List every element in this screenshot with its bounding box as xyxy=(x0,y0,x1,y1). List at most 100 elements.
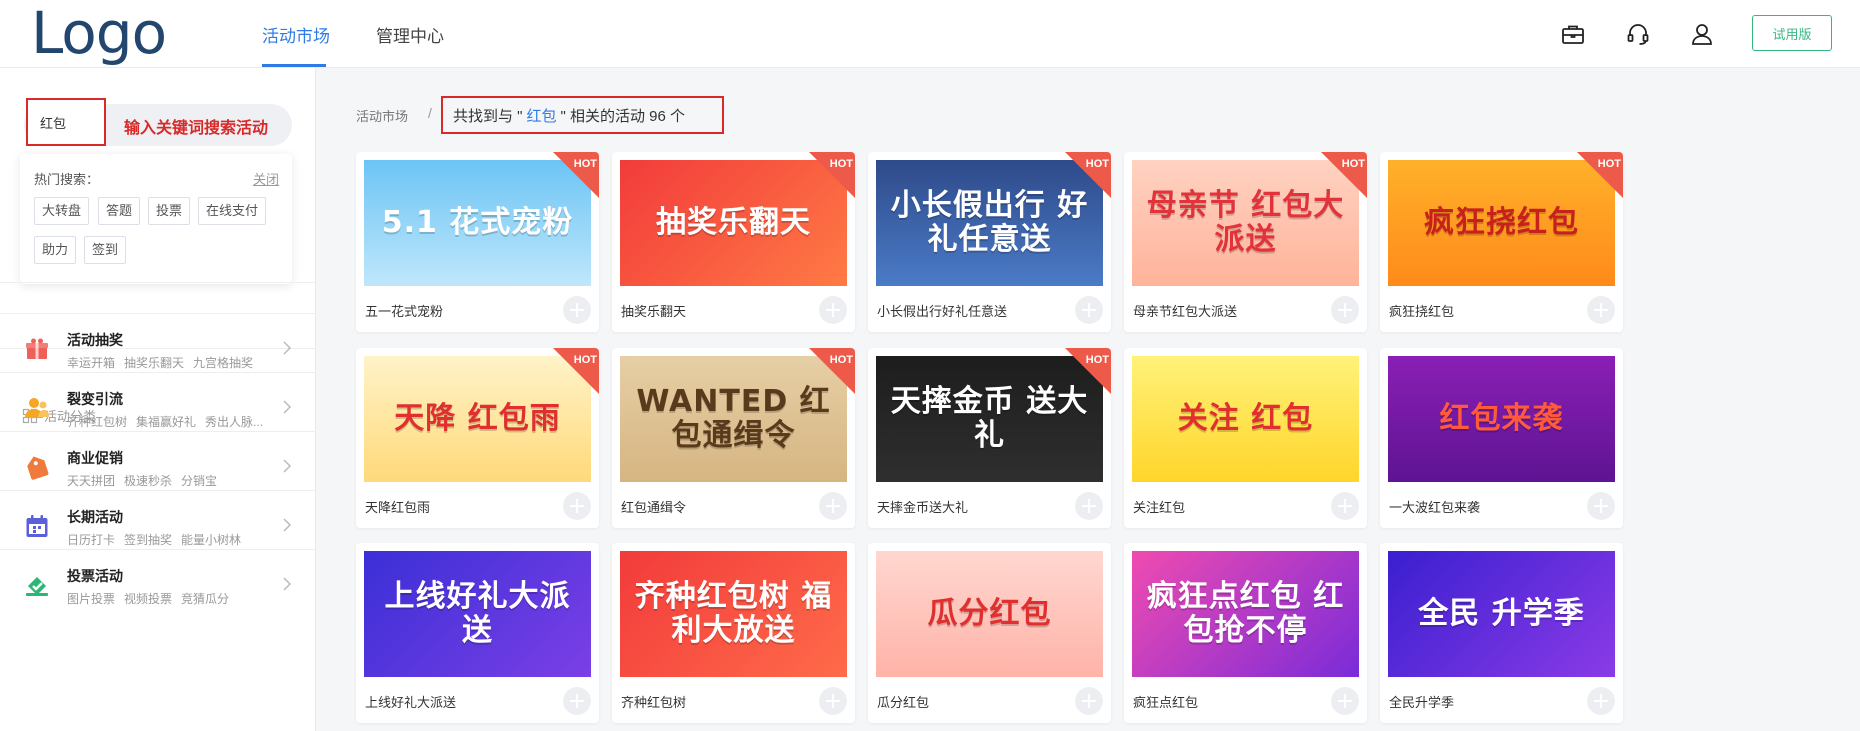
category-subitem[interactable]: 幸运开箱 xyxy=(67,356,115,370)
activity-name: 母亲节红包大派送 xyxy=(1133,304,1238,319)
activity-name: 抽奖乐翻天 xyxy=(621,304,687,319)
search-input[interactable] xyxy=(26,98,106,146)
activity-card[interactable]: 抽奖乐翻天 HOT 抽奖乐翻天 xyxy=(612,152,855,332)
category-subitem[interactable]: 日历打卡 xyxy=(67,533,115,547)
activity-name: 一大波红包来袭 xyxy=(1389,500,1481,515)
activity-name: 关注红包 xyxy=(1133,500,1186,515)
activity-card[interactable]: 天降 红包雨 HOT 天降红包雨 xyxy=(356,348,599,528)
add-icon[interactable] xyxy=(563,492,591,520)
activity-card[interactable]: 5.1 花式宠粉 HOT 五一花式宠粉 xyxy=(356,152,599,332)
add-icon[interactable] xyxy=(1587,296,1615,324)
activity-name: 五一花式宠粉 xyxy=(365,304,444,319)
add-icon[interactable] xyxy=(1075,687,1103,715)
top-header: Logo 活动市场 管理中心 试用版 xyxy=(0,0,1860,68)
category-item[interactable]: 投票活动 图片投票 视频投票 竞猜瓜分 xyxy=(0,549,315,619)
category-subitem[interactable]: 抽奖乐翻天 xyxy=(124,356,184,370)
result-suffix: " 相关的活动 96 个 xyxy=(560,107,686,125)
activity-card[interactable]: 全民 升学季 全民升学季 xyxy=(1380,543,1623,723)
activity-card[interactable]: 天摔金币 送大礼 HOT 天摔金币送大礼 xyxy=(868,348,1111,528)
activity-banner-image[interactable]: 上线好礼大派送 xyxy=(364,551,591,677)
breadcrumb-root[interactable]: 活动市场 xyxy=(356,106,408,125)
hot-badge: HOT xyxy=(1065,152,1111,198)
nav-activity-market[interactable]: 活动市场 xyxy=(262,22,330,47)
activity-card[interactable]: 小长假出行 好礼任意送 HOT 小长假出行好礼任意送 xyxy=(868,152,1111,332)
banner-text: 小长假出行 好礼任意送 xyxy=(890,187,1089,257)
activity-banner-image[interactable]: 疯狂点红包 红包抢不停 xyxy=(1132,551,1359,677)
activity-card[interactable]: 齐种红包树 福利大放送 齐种红包树 xyxy=(612,543,855,723)
banner-text: 关注 红包 xyxy=(1177,400,1314,436)
add-icon[interactable] xyxy=(563,296,591,324)
hot-badge-label: HOT xyxy=(1085,158,1109,170)
category-subitem[interactable]: 天天拼团 xyxy=(67,474,115,488)
activity-card[interactable]: 母亲节 红包大派送 HOT 母亲节红包大派送 xyxy=(1124,152,1367,332)
add-icon[interactable] xyxy=(819,492,847,520)
chevron-right-icon xyxy=(283,459,292,473)
activity-banner-image[interactable]: 瓜分红包 xyxy=(876,551,1103,677)
category-subitem[interactable]: 九宫格抽奖 xyxy=(193,356,253,370)
add-icon[interactable] xyxy=(1331,296,1359,324)
category-subitems: 齐种红包树 集福赢好礼 秀出人脉... xyxy=(67,413,272,430)
activity-banner-image[interactable]: 关注 红包 xyxy=(1132,356,1359,482)
banner-text: 天摔金币 送大礼 xyxy=(890,383,1089,453)
nav-management-center[interactable]: 管理中心 xyxy=(376,22,444,47)
activity-card[interactable]: 疯狂点红包 红包抢不停 疯狂点红包 xyxy=(1124,543,1367,723)
activity-card[interactable]: 关注 红包关注红包 xyxy=(1124,348,1367,528)
banner-text: WANTED 红包通缉令 xyxy=(636,383,831,453)
activity-banner-image[interactable]: 全民 升学季 xyxy=(1388,551,1615,677)
hot-tag[interactable]: 助力 xyxy=(34,236,77,264)
add-icon[interactable] xyxy=(1075,492,1103,520)
briefcase-icon[interactable] xyxy=(1559,20,1587,48)
add-icon[interactable] xyxy=(1331,492,1359,520)
calendar-icon xyxy=(24,513,50,539)
logo[interactable]: Logo xyxy=(31,2,167,64)
hot-tag[interactable]: 签到 xyxy=(84,236,127,264)
activity-card[interactable]: 红包来袭一大波红包来袭 xyxy=(1380,348,1623,528)
category-subitem[interactable]: 秀出人脉... xyxy=(205,415,263,429)
add-icon[interactable] xyxy=(1587,687,1615,715)
hot-tag[interactable]: 答题 xyxy=(98,197,141,225)
add-icon[interactable] xyxy=(819,296,847,324)
banner-text: 5.1 花式宠粉 xyxy=(381,204,574,240)
activity-name: 上线好礼大派送 xyxy=(365,695,457,710)
activity-banner-image[interactable]: 齐种红包树 福利大放送 xyxy=(620,551,847,677)
category-subitem[interactable]: 视频投票 xyxy=(124,592,172,606)
chevron-right-icon xyxy=(283,518,292,532)
hot-badge: HOT xyxy=(809,152,855,198)
user-icon[interactable] xyxy=(1688,20,1716,48)
hot-tag[interactable]: 大转盘 xyxy=(34,197,90,225)
activity-banner-image[interactable]: 红包来袭 xyxy=(1388,356,1615,482)
headset-icon[interactable] xyxy=(1624,20,1652,48)
activity-card[interactable]: 疯狂挠红包 HOT 疯狂挠红包 xyxy=(1380,152,1623,332)
category-subitem[interactable]: 签到抽奖 xyxy=(124,533,172,547)
hot-badge: HOT xyxy=(809,348,855,394)
hot-badge-label: HOT xyxy=(1085,354,1109,366)
trial-version-button[interactable]: 试用版 xyxy=(1752,15,1832,51)
price-tag-icon xyxy=(24,454,50,480)
category-subitem[interactable]: 集福赢好礼 xyxy=(136,415,196,429)
activity-card[interactable]: 瓜分红包 瓜分红包 xyxy=(868,543,1111,723)
activity-card[interactable]: 上线好礼大派送 上线好礼大派送 xyxy=(356,543,599,723)
add-icon[interactable] xyxy=(1075,296,1103,324)
search-hint-annotation: 输入关键词搜索活动 xyxy=(124,120,269,137)
hot-search-panel: 热门搜索： 关闭 大转盘 答题 投票 在线支付 助力 签到 xyxy=(20,154,292,284)
category-subitem[interactable]: 分销宝 xyxy=(181,474,217,488)
add-icon[interactable] xyxy=(563,687,591,715)
hot-search-close-link[interactable]: 关闭 xyxy=(253,169,279,188)
hot-badge-label: HOT xyxy=(829,158,853,170)
people-icon xyxy=(24,395,50,421)
category-subitem[interactable]: 图片投票 xyxy=(67,592,115,606)
hot-tag[interactable]: 在线支付 xyxy=(198,197,267,225)
search-result-summary: 共找到与 " 红包 " 相关的活动 96 个 xyxy=(441,96,724,134)
add-icon[interactable] xyxy=(819,687,847,715)
hot-tag[interactable]: 投票 xyxy=(148,197,191,225)
category-subitem[interactable]: 极速秒杀 xyxy=(124,474,172,488)
category-subitem[interactable]: 能量小树林 xyxy=(181,533,241,547)
add-icon[interactable] xyxy=(1587,492,1615,520)
activity-card[interactable]: WANTED 红包通缉令 HOT 红包通缉令 xyxy=(612,348,855,528)
hot-badge: HOT xyxy=(553,152,599,198)
category-subitem[interactable]: 齐种红包树 xyxy=(67,415,127,429)
breadcrumb-separator: / xyxy=(428,105,432,121)
category-subitems: 日历打卡 签到抽奖 能量小树林 xyxy=(67,531,250,548)
add-icon[interactable] xyxy=(1331,687,1359,715)
category-subitem[interactable]: 竞猜瓜分 xyxy=(181,592,229,606)
